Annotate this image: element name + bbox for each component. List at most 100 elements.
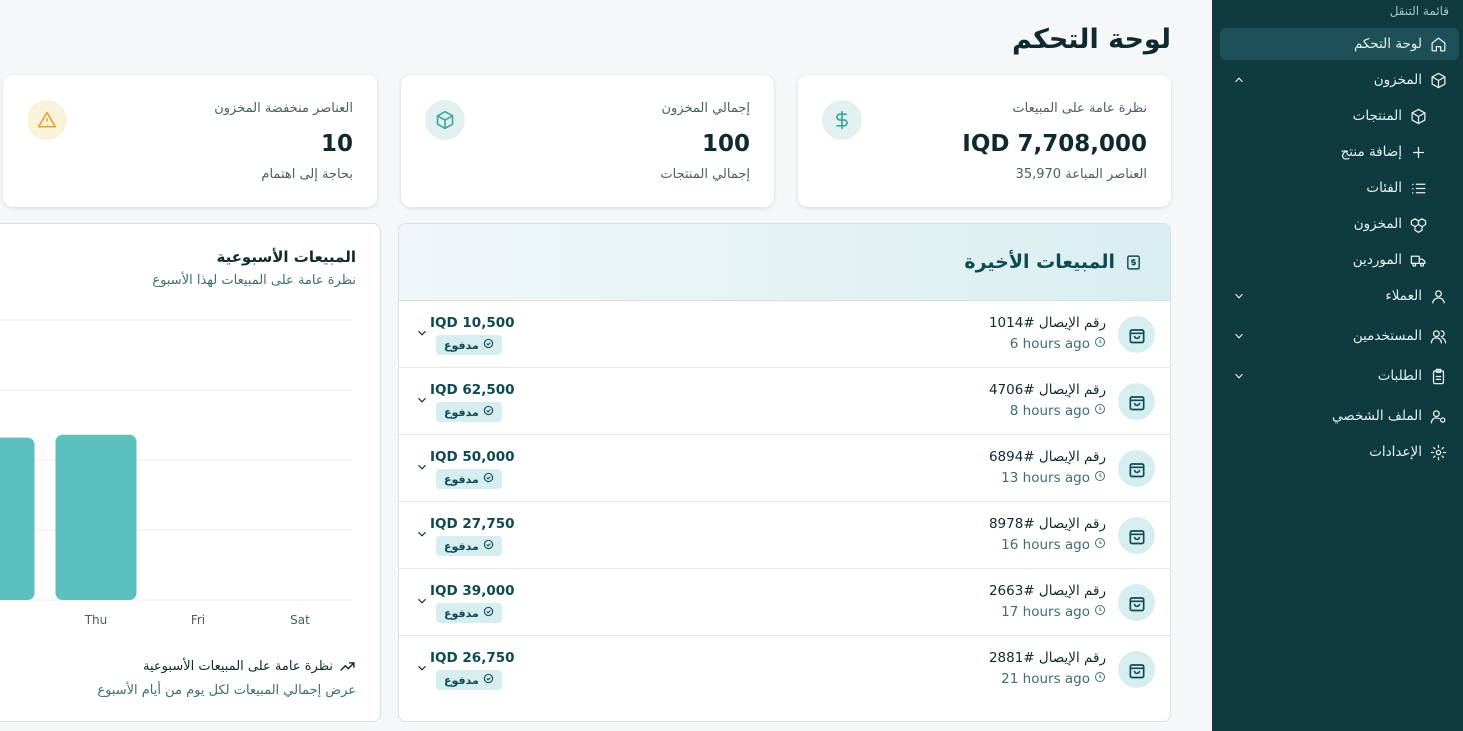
sidebar-item-10[interactable]: الملف الشخصي <box>1220 400 1459 432</box>
x-tick-label: Fri <box>191 613 205 627</box>
sidebar-item-label: لوحة التحكم <box>1353 36 1422 52</box>
clock-icon <box>1094 604 1106 620</box>
sidebar-item-6[interactable]: الموردين <box>1220 244 1459 276</box>
chevron-down-icon[interactable] <box>1220 289 1248 303</box>
sidebar-item-9[interactable]: الطلبات <box>1220 360 1459 392</box>
status-label: مدفوع <box>444 338 479 352</box>
home-icon <box>1430 36 1447 53</box>
x-tick-label: Thu <box>84 613 108 627</box>
sale-receipt: رقم الإيصال #2663 <box>988 583 1106 599</box>
chevron-down-icon[interactable] <box>415 526 429 545</box>
sidebar-item-0[interactable]: لوحة التحكم <box>1220 28 1459 60</box>
clock-icon <box>1094 537 1106 553</box>
warning-icon <box>27 100 67 140</box>
sale-receipt: رقم الإيصال #2881 <box>988 650 1106 666</box>
check-circle-icon <box>483 606 494 620</box>
clipboard-icon <box>1430 368 1447 385</box>
sale-row[interactable]: رقم الإيصال #1014 6 hours ago IQD 10,500 مد… <box>399 301 1170 368</box>
sidebar-item-1[interactable]: المخزون <box>1220 64 1459 96</box>
chevron-up-icon[interactable] <box>1220 73 1248 87</box>
clock-icon <box>1094 470 1106 486</box>
check-circle-icon <box>483 539 494 553</box>
sales-overview-value: IQD 7,708,000 <box>962 131 1147 157</box>
sidebar-item-11[interactable]: الإعدادات <box>1220 436 1459 468</box>
low-stock-value: 10 <box>320 131 353 157</box>
total-inventory-label: إجمالي المخزون <box>661 101 750 116</box>
sale-amount: IQD 26,750 <box>430 650 515 666</box>
sale-amount: IQD 50,000 <box>430 449 515 465</box>
weekly-sales-subtitle: نظرة عامة على المبيعات لهذا الأسبوع <box>152 273 356 288</box>
boxes-icon <box>1410 216 1427 233</box>
weekly-footer-sub: عرض إجمالي المبيعات لكل يوم من أيام الأس… <box>97 683 356 698</box>
sale-row[interactable]: رقم الإيصال #4706 8 hours ago IQD 62,500 مد… <box>399 368 1170 435</box>
low-stock-sub: بحاجة إلى اهتمام <box>261 167 353 182</box>
bar-thu[interactable] <box>55 434 137 600</box>
status-badge: مدفوع <box>436 402 502 422</box>
sidebar-item-label: المنتجات <box>1352 108 1402 124</box>
sale-row[interactable]: رقم الإيصال #8978 16 hours ago IQD 27,750 م… <box>399 502 1170 569</box>
sale-row[interactable]: رقم الإيصال #2881 21 hours ago IQD 26,750 م… <box>399 636 1170 703</box>
sidebar-item-4[interactable]: الفئات <box>1220 172 1459 204</box>
status-label: مدفوع <box>444 405 479 419</box>
clock-icon <box>1094 671 1106 687</box>
sidebar-heading: قائمة التنقل <box>1389 4 1449 18</box>
sale-time-text: 16 hours ago <box>1001 537 1090 553</box>
low-stock-card: العناصر منخفضة المخزون 10 بحاجة إلى اهتم… <box>3 75 377 207</box>
users-icon <box>1430 328 1447 345</box>
sale-row[interactable]: رقم الإيصال #6894 13 hours ago IQD 50,000 م… <box>399 435 1170 502</box>
total-inventory-value: 100 <box>701 131 750 157</box>
sale-time: 8 hours ago <box>1010 403 1106 419</box>
gear-icon <box>1430 444 1447 461</box>
status-label: مدفوع <box>444 606 479 620</box>
sale-receipt: رقم الإيصال #8978 <box>988 516 1106 532</box>
weekly-footer-title-text: نظرة عامة على المبيعات الأسبوعية <box>143 659 333 674</box>
truck-icon <box>1410 252 1427 269</box>
chevron-down-icon[interactable] <box>1220 369 1248 383</box>
sidebar-item-5[interactable]: المخزون <box>1220 208 1459 240</box>
chevron-down-icon[interactable] <box>415 459 429 478</box>
sidebar-item-2[interactable]: المنتجات <box>1220 100 1459 132</box>
chevron-down-icon[interactable] <box>1220 329 1248 343</box>
weekly-sales-title: المبيعات الأسبوعية <box>216 248 356 266</box>
list-icon <box>1410 180 1427 197</box>
total-inventory-card: إجمالي المخزون 100 إجمالي المنتجات <box>401 75 774 207</box>
user-icon <box>1430 288 1447 305</box>
sidebar-item-label: المخزون <box>1353 216 1402 232</box>
sidebar-item-label: الإعدادات <box>1369 444 1422 460</box>
sidebar-item-label: الموردين <box>1352 252 1402 268</box>
sidebar-item-label: إضافة منتج <box>1340 144 1402 160</box>
sale-time-text: 8 hours ago <box>1009 403 1090 419</box>
plus-icon <box>1410 144 1427 161</box>
total-inventory-sub: إجمالي المنتجات <box>660 167 750 182</box>
status-label: مدفوع <box>444 539 479 553</box>
chevron-down-icon[interactable] <box>415 593 429 612</box>
check-circle-icon <box>483 472 494 486</box>
sale-amount: IQD 10,500 <box>430 315 515 331</box>
chevron-down-icon[interactable] <box>415 392 429 411</box>
check-circle-icon <box>483 673 494 687</box>
weekly-sales-card: المبيعات الأسبوعية نظرة عامة على المبيعا… <box>0 223 381 722</box>
sale-receipt: رقم الإيصال #4706 <box>988 382 1106 398</box>
sidebar-item-3[interactable]: إضافة منتج <box>1220 136 1459 168</box>
sidebar: قائمة التنقل لوحة التحكم المخزون المنتجات إ… <box>1212 0 1463 731</box>
status-label: مدفوع <box>444 673 479 687</box>
shopping-bag-icon <box>1118 316 1155 353</box>
dollar-icon <box>822 100 862 140</box>
status-badge: مدفوع <box>436 335 502 355</box>
sale-amount: IQD 39,000 <box>430 583 515 599</box>
box-icon <box>1410 108 1427 125</box>
check-circle-icon <box>483 338 494 352</box>
sidebar-item-8[interactable]: المستخدمين <box>1220 320 1459 352</box>
clock-icon <box>1094 336 1106 352</box>
shopping-bag-icon <box>1118 651 1155 688</box>
sale-time: 13 hours ago <box>1001 470 1106 486</box>
bar-wed[interactable] <box>0 437 35 600</box>
box-icon <box>1430 72 1447 89</box>
chevron-down-icon[interactable] <box>415 660 429 679</box>
sale-row[interactable]: رقم الإيصال #2663 17 hours ago IQD 39,000 م… <box>399 569 1170 636</box>
sale-time: 16 hours ago <box>1001 537 1106 553</box>
trending-up-icon <box>339 658 356 675</box>
chevron-down-icon[interactable] <box>415 325 429 344</box>
sale-time-text: 13 hours ago <box>1001 470 1090 486</box>
sidebar-item-7[interactable]: العملاء <box>1220 280 1459 312</box>
